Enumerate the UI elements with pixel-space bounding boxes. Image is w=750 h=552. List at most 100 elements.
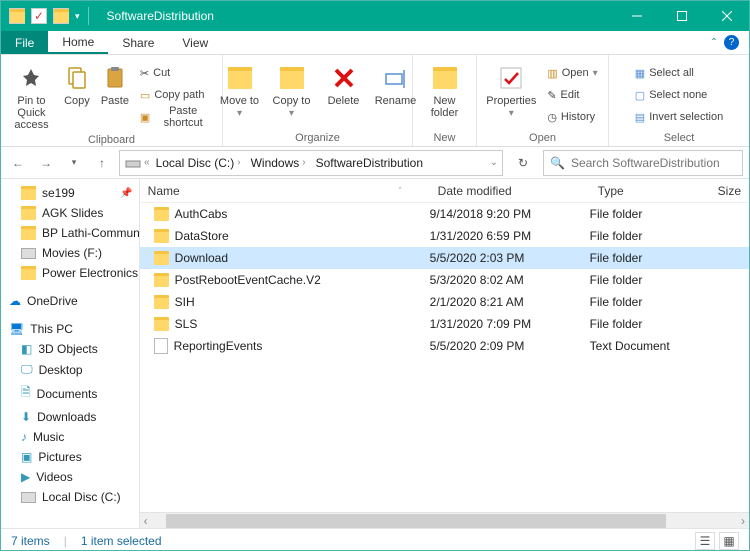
col-name[interactable]: Nameˆ bbox=[140, 184, 430, 198]
nav-onedrive[interactable]: ☁OneDrive bbox=[1, 291, 139, 311]
copy-label: Copy bbox=[64, 95, 90, 107]
properties-button[interactable]: Properties ▾ bbox=[483, 61, 539, 121]
status-count: 7 items bbox=[11, 534, 50, 548]
nav-item[interactable]: Movies (F:) bbox=[1, 243, 139, 263]
search-box[interactable]: 🔍 bbox=[543, 150, 743, 176]
file-name: SLS bbox=[175, 317, 198, 331]
minimize-button[interactable] bbox=[614, 1, 659, 31]
breadcrumb-seg-3[interactable]: SoftwareDistribution bbox=[312, 156, 427, 170]
help-icon[interactable]: ? bbox=[724, 35, 739, 50]
nav-item[interactable]: ◧3D Objects bbox=[1, 339, 139, 359]
refresh-button[interactable]: ↻ bbox=[509, 150, 537, 176]
delete-icon bbox=[329, 63, 359, 93]
paste-shortcut-button[interactable]: ▣Paste shortcut bbox=[136, 107, 216, 127]
scroll-thumb[interactable] bbox=[166, 514, 666, 528]
path-icon: ▭ bbox=[140, 89, 150, 102]
column-headers: Nameˆ Date modified Type Size bbox=[140, 179, 749, 203]
file-list: Nameˆ Date modified Type Size AuthCabs9/… bbox=[140, 179, 749, 528]
nav-tree[interactable]: se199📌 AGK Slides BP Lathi-Communi Movie… bbox=[1, 179, 140, 528]
onedrive-icon: ☁ bbox=[9, 294, 21, 308]
delete-button[interactable]: Delete bbox=[320, 61, 368, 109]
nav-up-button[interactable]: ↑ bbox=[91, 152, 113, 174]
nav-item[interactable]: se199📌 bbox=[1, 183, 139, 203]
col-type[interactable]: Type bbox=[590, 184, 710, 198]
cut-button[interactable]: ✂Cut bbox=[136, 63, 216, 83]
view-icons-button[interactable]: ▦ bbox=[719, 532, 739, 550]
move-icon bbox=[225, 63, 255, 93]
scroll-left-icon[interactable]: ‹ bbox=[140, 514, 152, 528]
table-row[interactable]: SLS1/31/2020 7:09 PMFile folder bbox=[140, 313, 749, 335]
close-button[interactable] bbox=[704, 1, 749, 31]
open-button[interactable]: ▥Open ▾ bbox=[543, 63, 601, 83]
table-row[interactable]: ReportingEvents5/5/2020 2:09 PMText Docu… bbox=[140, 335, 749, 357]
nav-forward-button[interactable]: → bbox=[35, 152, 57, 174]
select-all-button[interactable]: ▦Select all bbox=[631, 63, 727, 83]
select-none-button[interactable]: ▢Select none bbox=[631, 85, 727, 105]
nav-item[interactable]: ♪Music bbox=[1, 427, 139, 447]
invert-selection-button[interactable]: ▤Invert selection bbox=[631, 107, 727, 127]
scroll-right-icon[interactable]: › bbox=[737, 514, 749, 528]
open-group-label: Open bbox=[529, 131, 556, 146]
status-selected: 1 item selected bbox=[81, 534, 162, 548]
file-icon bbox=[154, 338, 168, 354]
table-row[interactable]: DataStore1/31/2020 6:59 PMFile folder bbox=[140, 225, 749, 247]
nav-item[interactable]: AGK Slides bbox=[1, 203, 139, 223]
breadcrumb-seg-2[interactable]: Windows› bbox=[247, 156, 310, 170]
pin-label: Pin to Quick access bbox=[9, 95, 54, 131]
horizontal-scrollbar[interactable]: ‹ › bbox=[140, 512, 749, 528]
copy-button[interactable]: Copy bbox=[60, 61, 94, 109]
nav-item[interactable]: 🗎Documents bbox=[1, 380, 139, 407]
history-button[interactable]: ◷History bbox=[543, 107, 601, 127]
nav-item[interactable]: BP Lathi-Communi bbox=[1, 223, 139, 243]
file-type: File folder bbox=[590, 317, 710, 331]
pin-quick-access-button[interactable]: Pin to Quick access bbox=[7, 61, 56, 133]
file-type: Text Document bbox=[590, 339, 710, 353]
pictures-icon: ▣ bbox=[21, 450, 32, 464]
qat-checkbox-icon[interactable]: ✓ bbox=[31, 8, 47, 24]
folder-icon bbox=[21, 186, 36, 200]
edit-button[interactable]: ✎Edit bbox=[543, 85, 601, 105]
col-date[interactable]: Date modified bbox=[430, 184, 590, 198]
nav-back-button[interactable]: ← bbox=[7, 152, 29, 174]
table-row[interactable]: AuthCabs9/14/2018 9:20 PMFile folder bbox=[140, 203, 749, 225]
breadcrumb[interactable]: « Local Disc (C:)› Windows› SoftwareDist… bbox=[119, 150, 503, 176]
nav-item[interactable]: ⬇Downloads bbox=[1, 407, 139, 427]
new-group-label: New bbox=[433, 131, 455, 146]
documents-icon: 🗎 bbox=[21, 383, 31, 404]
nav-item[interactable]: ▣Pictures bbox=[1, 447, 139, 467]
menu-bar: File Home Share View ˆ ? bbox=[1, 31, 749, 55]
ribbon-collapse-icon[interactable]: ˆ bbox=[712, 36, 716, 50]
maximize-button[interactable] bbox=[659, 1, 704, 31]
copy-to-button[interactable]: Copy to ▾ bbox=[268, 61, 316, 121]
tab-file[interactable]: File bbox=[1, 31, 48, 54]
view-details-button[interactable]: ☰ bbox=[695, 532, 715, 550]
nav-recent-button[interactable]: ▾ bbox=[63, 152, 85, 174]
tab-home[interactable]: Home bbox=[48, 31, 108, 54]
title-bar: ✓ ▾ SoftwareDistribution bbox=[1, 1, 749, 31]
breadcrumb-dropdown-icon[interactable]: ⌄ bbox=[490, 157, 498, 168]
nav-item[interactable]: ▶Videos bbox=[1, 467, 139, 487]
search-input[interactable] bbox=[571, 156, 736, 170]
copyto-icon bbox=[277, 63, 307, 93]
nav-item[interactable]: Local Disc (C:) bbox=[1, 487, 139, 507]
breadcrumb-seg-1[interactable]: Local Disc (C:)› bbox=[152, 156, 245, 170]
move-to-button[interactable]: Move to ▾ bbox=[216, 61, 264, 121]
tab-share[interactable]: Share bbox=[108, 31, 168, 54]
tab-view[interactable]: View bbox=[168, 31, 222, 54]
col-size[interactable]: Size bbox=[710, 184, 749, 198]
qat-folder-icon[interactable] bbox=[9, 8, 25, 24]
folder-icon bbox=[154, 207, 169, 221]
properties-icon bbox=[496, 63, 526, 93]
table-row[interactable]: PostRebootEventCache.V25/3/2020 8:02 AMF… bbox=[140, 269, 749, 291]
table-row[interactable]: SIH2/1/2020 8:21 AMFile folder bbox=[140, 291, 749, 313]
qat-overflow-icon[interactable] bbox=[53, 8, 69, 24]
nav-item[interactable]: 🖵Desktop bbox=[1, 359, 139, 380]
new-folder-button[interactable]: New folder bbox=[419, 61, 471, 121]
table-row[interactable]: Download5/5/2020 2:03 PMFile folder bbox=[140, 247, 749, 269]
open-icon: ▥ bbox=[547, 67, 557, 80]
nav-item[interactable]: Power Electronics bbox=[1, 263, 139, 283]
nav-this-pc[interactable]: 🖥This PC bbox=[1, 319, 139, 339]
copy-path-button[interactable]: ▭Copy path bbox=[136, 85, 216, 105]
paste-button[interactable]: Paste bbox=[98, 61, 132, 109]
qat-dropdown-icon[interactable]: ▾ bbox=[75, 11, 80, 22]
